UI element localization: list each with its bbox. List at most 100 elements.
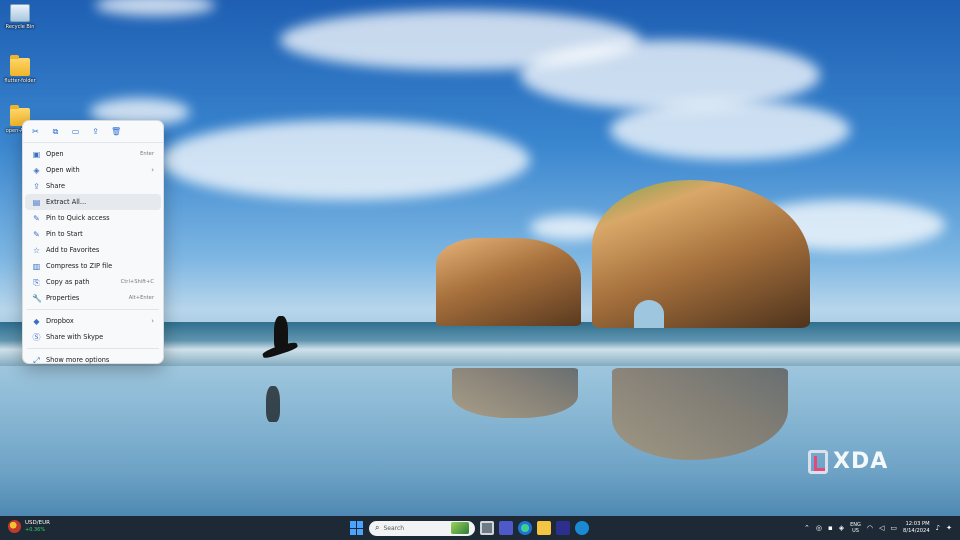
menu-item-shortcut: Enter <box>140 151 154 157</box>
desktop-icon-label: Recycle Bin <box>5 24 35 30</box>
menu-divider <box>27 348 159 349</box>
file-explorer-icon[interactable] <box>537 521 551 535</box>
clock-time: 12:03 PM <box>905 521 930 527</box>
open-with-icon: ◈ <box>33 165 40 175</box>
arch-rock-formation <box>592 180 810 328</box>
recycle-bin-desktop-icon[interactable]: Recycle Bin <box>3 4 37 30</box>
menu-item-compress-zip[interactable]: ▥ Compress to ZIP file <box>25 258 161 274</box>
menu-item-label: Pin to Quick access <box>46 214 110 222</box>
menu-item-copy-path[interactable]: ⎘ Copy as path Ctrl+Shift+C <box>25 274 161 290</box>
app-icon[interactable] <box>575 521 589 535</box>
stock-ticker-widget[interactable]: USD/EUR +0.36% <box>8 520 50 534</box>
language-indicator[interactable]: ENG US <box>850 522 861 534</box>
desktop-icon-label: flutter-folder <box>4 78 36 84</box>
context-menu-action-bar: ✂ ⧉ ▭ ⇪ 🗑 <box>23 121 163 143</box>
xda-wordmark: XDA <box>833 449 889 474</box>
chevron-right-icon: › <box>151 317 154 325</box>
chevron-up-icon[interactable]: ⌃ <box>804 524 810 532</box>
share-icon[interactable]: ⇪ <box>91 127 100 136</box>
taskbar-search-box[interactable]: ⌕ Search <box>369 520 475 536</box>
small-rock-formation <box>436 238 581 326</box>
pin-icon: ✎ <box>33 229 40 239</box>
rock-arch-opening <box>634 300 664 328</box>
path-icon: ⎘ <box>33 277 40 287</box>
dropbox-icon: ◆ <box>33 316 40 326</box>
xda-watermark: XDA <box>808 449 888 474</box>
open-icon: ▣ <box>32 149 41 159</box>
tray-app-icon[interactable]: ◎ <box>816 524 822 532</box>
star-icon: ☆ <box>32 245 41 255</box>
menu-divider <box>27 309 159 310</box>
currency-icon <box>8 520 21 533</box>
menu-item-share[interactable]: ⇪ Share <box>25 178 161 194</box>
menu-item-label: Pin to Start <box>46 230 83 238</box>
folder-icon <box>10 55 30 76</box>
menu-item-pin-start[interactable]: ✎ Pin to Start <box>25 226 161 242</box>
copy-icon[interactable]: ⧉ <box>51 127 60 136</box>
menu-item-label: Show more options <box>46 356 110 364</box>
ticker-change: +0.36% <box>25 527 46 533</box>
cloud <box>520 40 820 110</box>
tray-app-icon[interactable]: ▪ <box>828 524 833 532</box>
menu-item-pin-quick-access[interactable]: ✎ Pin to Quick access <box>25 210 161 226</box>
cloud <box>610 100 850 160</box>
skype-icon: Ⓢ <box>32 332 41 342</box>
region-code: US <box>852 528 859 534</box>
extract-icon: ▤ <box>32 197 41 207</box>
menu-item-properties[interactable]: 🔧 Properties Alt+Enter <box>25 290 161 306</box>
menu-item-label: Open with <box>46 166 80 174</box>
zip-icon: ▥ <box>32 261 41 271</box>
search-highlight-icon <box>451 521 469 534</box>
menu-item-label: Share with Skype <box>46 333 104 341</box>
wifi-icon[interactable]: ◠ <box>867 524 873 532</box>
cloud <box>95 0 215 16</box>
task-view-icon[interactable] <box>480 521 494 535</box>
menu-item-label: Compress to ZIP file <box>46 262 113 270</box>
menu-item-label: Add to Favorites <box>46 246 100 254</box>
chevron-right-icon: › <box>151 166 154 174</box>
app-icon[interactable] <box>556 521 570 535</box>
share-icon: ⇪ <box>33 181 40 191</box>
menu-item-label: Properties <box>46 294 80 302</box>
teams-icon[interactable] <box>499 521 513 535</box>
runner-reflection <box>266 386 280 422</box>
menu-item-label: Copy as path <box>46 278 90 286</box>
folder-desktop-icon[interactable]: flutter-folder <box>3 55 37 84</box>
menu-item-extract-all[interactable]: ▤ Extract All... <box>25 194 161 210</box>
copilot-icon[interactable]: ✦ <box>946 524 952 532</box>
windows-start-icon[interactable] <box>350 521 364 535</box>
taskbar: USD/EUR +0.36% ⌕ Search ⌃ ◎ ▪ ◈ ENG US ◠… <box>0 516 960 540</box>
cloud <box>160 120 530 200</box>
search-icon: ⌕ <box>375 523 380 532</box>
taskbar-center-apps: ⌕ Search <box>350 519 589 537</box>
wrench-icon: 🔧 <box>32 293 42 303</box>
menu-item-label: Dropbox <box>46 317 74 325</box>
rename-icon[interactable]: ▭ <box>71 127 80 136</box>
clock[interactable]: 12:03 PM 8/14/2024 <box>903 521 930 535</box>
menu-item-label: Extract All... <box>46 198 87 206</box>
menu-item-open-with[interactable]: ◈ Open with › <box>25 162 161 178</box>
menu-item-show-more-options[interactable]: ⤢ Show more options <box>25 352 161 368</box>
menu-item-share-skype[interactable]: Ⓢ Share with Skype <box>25 329 161 345</box>
cut-icon[interactable]: ✂ <box>31 127 40 136</box>
menu-item-label: Open <box>46 150 64 158</box>
menu-item-dropbox[interactable]: ◆ Dropbox › <box>25 313 161 329</box>
tray-app-icon[interactable]: ◈ <box>839 524 844 532</box>
menu-item-add-favorites[interactable]: ☆ Add to Favorites <box>25 242 161 258</box>
edge-browser-icon[interactable] <box>518 521 532 535</box>
ticker-pair: USD/EUR <box>25 520 50 526</box>
system-tray: ⌃ ◎ ▪ ◈ ENG US ◠ ◁ ▭ 12:03 PM 8/14/2024 … <box>804 518 952 538</box>
battery-icon[interactable]: ▭ <box>890 524 897 532</box>
rock-reflection <box>452 368 578 418</box>
menu-item-shortcut: Alt+Enter <box>128 295 154 301</box>
context-menu: ✂ ⧉ ▭ ⇪ 🗑 ▣ Open Enter ◈ Open with › ⇪ S… <box>22 120 164 365</box>
menu-item-label: Share <box>46 182 66 190</box>
more-options-icon: ⤢ <box>33 355 40 365</box>
delete-icon[interactable]: 🗑 <box>111 127 121 136</box>
search-placeholder: Search <box>383 524 405 532</box>
notification-bell-icon[interactable]: ♪ <box>936 524 940 532</box>
xda-logo-icon <box>808 449 828 474</box>
clock-date: 8/14/2024 <box>903 528 930 534</box>
menu-item-open[interactable]: ▣ Open Enter <box>25 146 161 162</box>
volume-icon[interactable]: ◁ <box>879 524 884 532</box>
